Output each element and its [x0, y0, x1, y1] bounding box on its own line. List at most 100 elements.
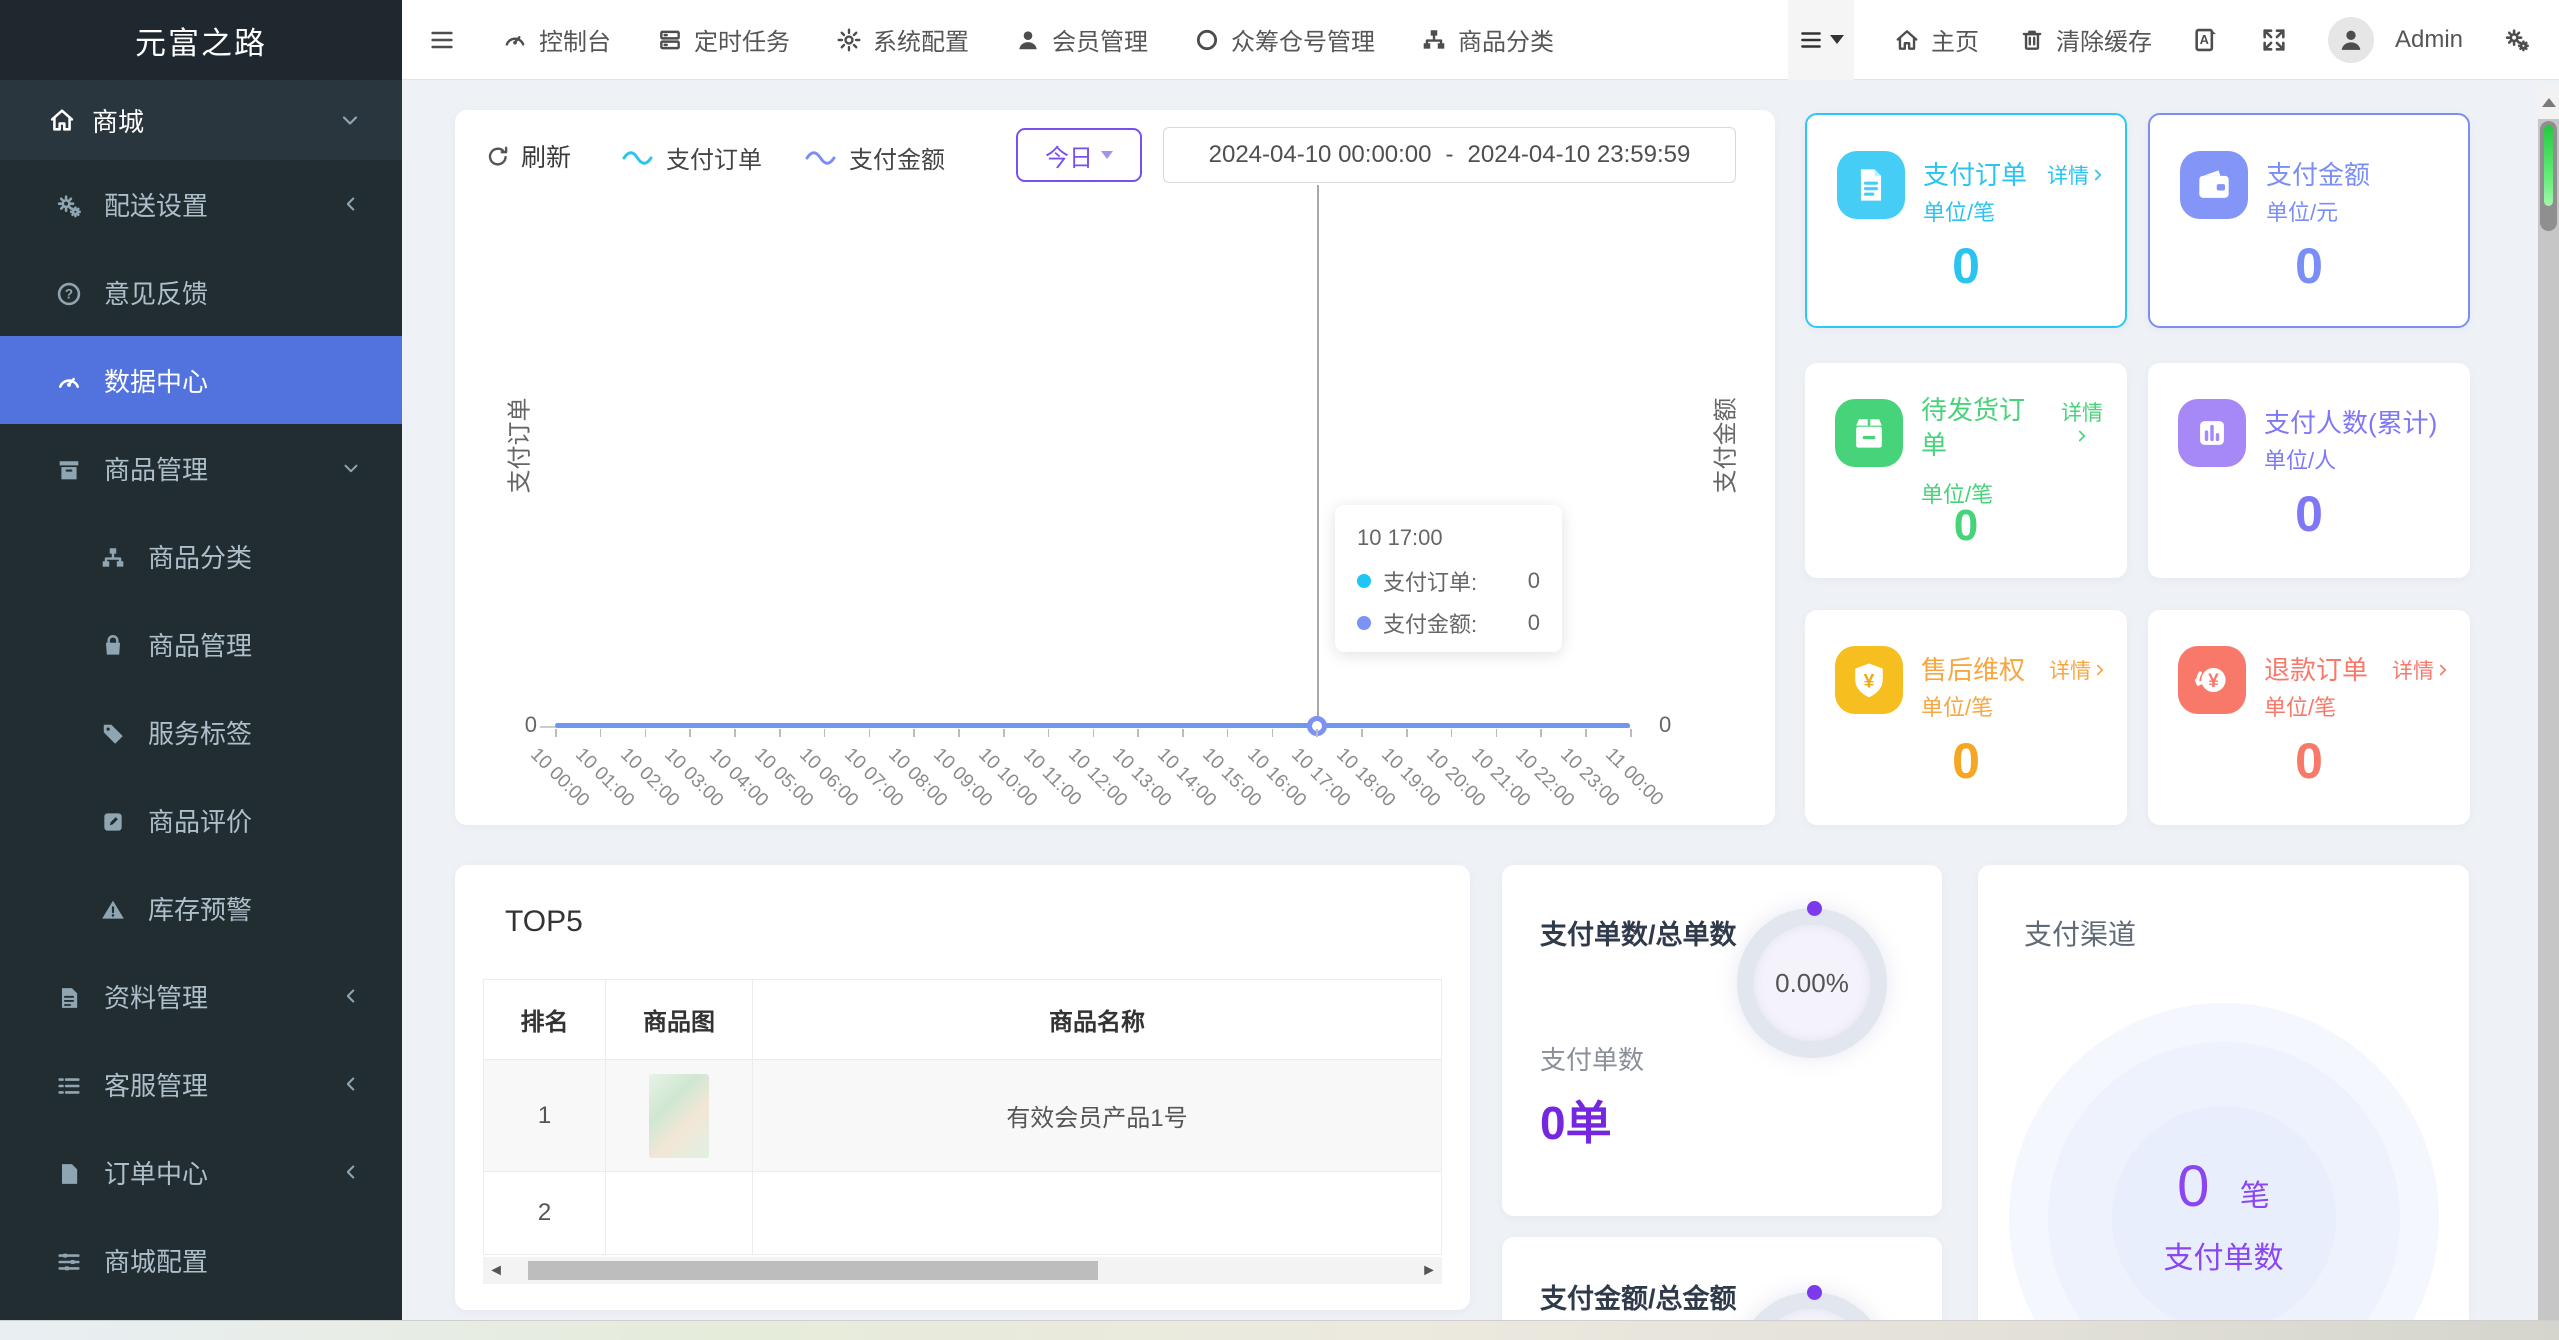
table-row[interactable]: 2 [484, 1172, 1441, 1254]
nav-language-button[interactable] [2192, 26, 2220, 54]
scrollbar-thumb[interactable] [2540, 121, 2557, 231]
sidebar-item-product-category[interactable]: 商品分类 [0, 512, 402, 600]
tag-icon [96, 717, 130, 748]
tooltip-series-name: 支付订单: [1383, 570, 1478, 595]
nav-item-label: 定时任务 [694, 29, 790, 56]
chevron-right-icon [2089, 166, 2107, 184]
chart-series-line[interactable] [555, 723, 1630, 728]
circle-icon [1194, 27, 1220, 53]
shield-yen-icon [1835, 646, 1903, 714]
stat-card-payers-total: 支付人数(累计) 单位/人 0 [2148, 363, 2470, 578]
channel-label: 支付单数 [2163, 1242, 2284, 1275]
detail-link[interactable]: 详情 [2061, 397, 2103, 445]
sidebar-item-material-management[interactable]: 资料管理 [0, 952, 402, 1040]
stat-card-unit: 单位/人 [2264, 448, 2337, 473]
scrollbar-thumb-fill [2544, 124, 2553, 206]
chevron-left-icon [340, 193, 362, 215]
sidebar-item-product-reviews[interactable]: 商品评价 [0, 776, 402, 864]
sidebar-item-mall-config[interactable]: 商城配置 [0, 1216, 402, 1304]
parcel-icon [1835, 399, 1903, 467]
y-axis-label-right: 支付金额 [1712, 397, 1740, 494]
sidebar-item-order-center[interactable]: 订单中心 [0, 1128, 402, 1216]
nav-settings-button[interactable] [2503, 26, 2531, 54]
gears-icon [2503, 26, 2531, 54]
stat-card-title: 退款订单 [2264, 655, 2369, 685]
detail-link[interactable]: 详情 [2392, 655, 2452, 685]
refresh-button[interactable]: 刷新 [485, 138, 571, 174]
file-text-icon [52, 980, 86, 1011]
stat-card-unit: 单位/笔 [2264, 695, 2337, 720]
x-axis-tick [868, 729, 871, 737]
series-dot-icon [1357, 616, 1371, 630]
date-range-select[interactable]: 今日 [1016, 128, 1142, 182]
sidebar-item-stock-warning[interactable]: 库存预警 [0, 864, 402, 952]
nav-item-console[interactable]: 控制台 [502, 22, 611, 57]
scrollbar-thumb[interactable] [528, 1261, 1098, 1280]
date-end: 2024-04-10 23:59:59 [1467, 141, 1691, 168]
scroll-left-icon[interactable]: ◄ [483, 1262, 509, 1280]
nav-menu-dropdown-button[interactable] [1787, 0, 1854, 80]
scroll-right-icon[interactable]: ► [1416, 1262, 1442, 1280]
app-screen: 元富之路 商城 配送设置 意见反馈 数据中心 商品管理 商品分类 商品管理 服务… [0, 0, 2559, 1340]
sidebar-item-delivery-settings[interactable]: 配送设置 [0, 160, 402, 248]
detail-link[interactable]: 详情 [2047, 160, 2107, 190]
legend-pay-orders[interactable]: 支付订单 [620, 140, 762, 175]
x-axis-tick [913, 729, 915, 737]
detail-label: 详情 [2061, 402, 2103, 425]
nav-user-menu[interactable]: Admin [2327, 16, 2463, 63]
sidebar-section-mall[interactable]: 商城 [0, 80, 402, 160]
stat-card-title: 支付金额 [2266, 160, 2371, 190]
sidebar-item-label: 商品分类 [148, 542, 253, 573]
legend-pay-amount[interactable]: 支付金额 [803, 140, 945, 175]
sidebar-toggle-button[interactable] [428, 26, 456, 54]
cell-rank: 2 [484, 1172, 606, 1254]
scrollbar-track-top[interactable] [2538, 85, 2559, 119]
x-axis-tick [1271, 729, 1274, 737]
username-label: Admin [2394, 25, 2463, 53]
top-navbar: 控制台 定时任务 系统配置 会员管理 众筹仓号管理 商品分类 主页 清除缓存 A… [402, 0, 2559, 80]
nav-item-scheduled-tasks[interactable]: 定时任务 [657, 22, 790, 57]
nav-home-button[interactable]: 主页 [1894, 22, 1979, 57]
nav-item-crowdfund-management[interactable]: 众筹仓号管理 [1194, 22, 1375, 57]
top5-title: TOP5 [505, 905, 583, 938]
question-icon [52, 276, 86, 307]
sidebar-item-label: 商品评价 [148, 806, 253, 837]
sidebar-item-customer-service[interactable]: 客服管理 [0, 1040, 402, 1128]
table-horizontal-scrollbar[interactable]: ◄ ► [483, 1257, 1442, 1284]
stat-card-unit: 单位/笔 [1921, 695, 1994, 720]
fullscreen-icon [2260, 26, 2288, 54]
date-range-input[interactable]: 2024-04-10 00:00:00 - 2024-04-10 23:59:5… [1163, 127, 1736, 183]
nav-clear-cache-button[interactable]: 清除缓存 [2019, 22, 2152, 57]
ratio-gauge: 0.00% [1737, 908, 1887, 1058]
stat-card-pending-shipment: 待发货订单 详情 单位/笔 0 [1805, 363, 2127, 578]
nav-item-member-management[interactable]: 会员管理 [1015, 22, 1148, 57]
stat-card-title: 待发货订单 [1921, 395, 2026, 461]
stat-card-after-sales: 售后维权 详情 单位/笔 0 [1805, 610, 2127, 825]
sidebar-item-feedback[interactable]: 意见反馈 [0, 248, 402, 336]
x-axis-tick [1137, 729, 1139, 737]
detail-link[interactable]: 详情 [2049, 655, 2109, 685]
nav-item-system-config[interactable]: 系统配置 [836, 22, 969, 57]
x-axis-tick [1002, 729, 1005, 737]
table-row[interactable]: 1 有效会员产品1号 [484, 1060, 1441, 1172]
nav-item-label: 众筹仓号管理 [1231, 29, 1375, 56]
sidebar-item-product-list[interactable]: 商品管理 [0, 600, 402, 688]
translate-icon [2192, 26, 2220, 54]
stat-card-pay-orders: 支付订单 详情 单位/笔 0 [1805, 113, 2127, 328]
date-separator: - [1445, 141, 1454, 168]
nav-item-product-category[interactable]: 商品分类 [1421, 22, 1554, 57]
channel-value-row: 0 笔 [1978, 1153, 2469, 1220]
sidebar-item-product-management[interactable]: 商品管理 [0, 424, 402, 512]
sidebar-item-service-tags[interactable]: 服务标签 [0, 688, 402, 776]
horizontal-scrollbar[interactable] [0, 1320, 2559, 1340]
scroll-up-icon[interactable] [2541, 97, 2556, 107]
hamburger-icon [428, 26, 456, 54]
sidebar-item-label: 配送设置 [104, 190, 209, 221]
sidebar-item-label: 商品管理 [104, 454, 209, 485]
sidebar-item-data-center[interactable]: 数据中心 [0, 336, 402, 424]
nav-fullscreen-button[interactable] [2260, 26, 2288, 54]
chevron-right-icon [2073, 427, 2091, 445]
vertical-scrollbar[interactable] [2538, 85, 2559, 1320]
stat-card-pay-amount: 支付金额 单位/元 0 [2148, 113, 2470, 328]
refund-yen-icon [2178, 646, 2246, 714]
